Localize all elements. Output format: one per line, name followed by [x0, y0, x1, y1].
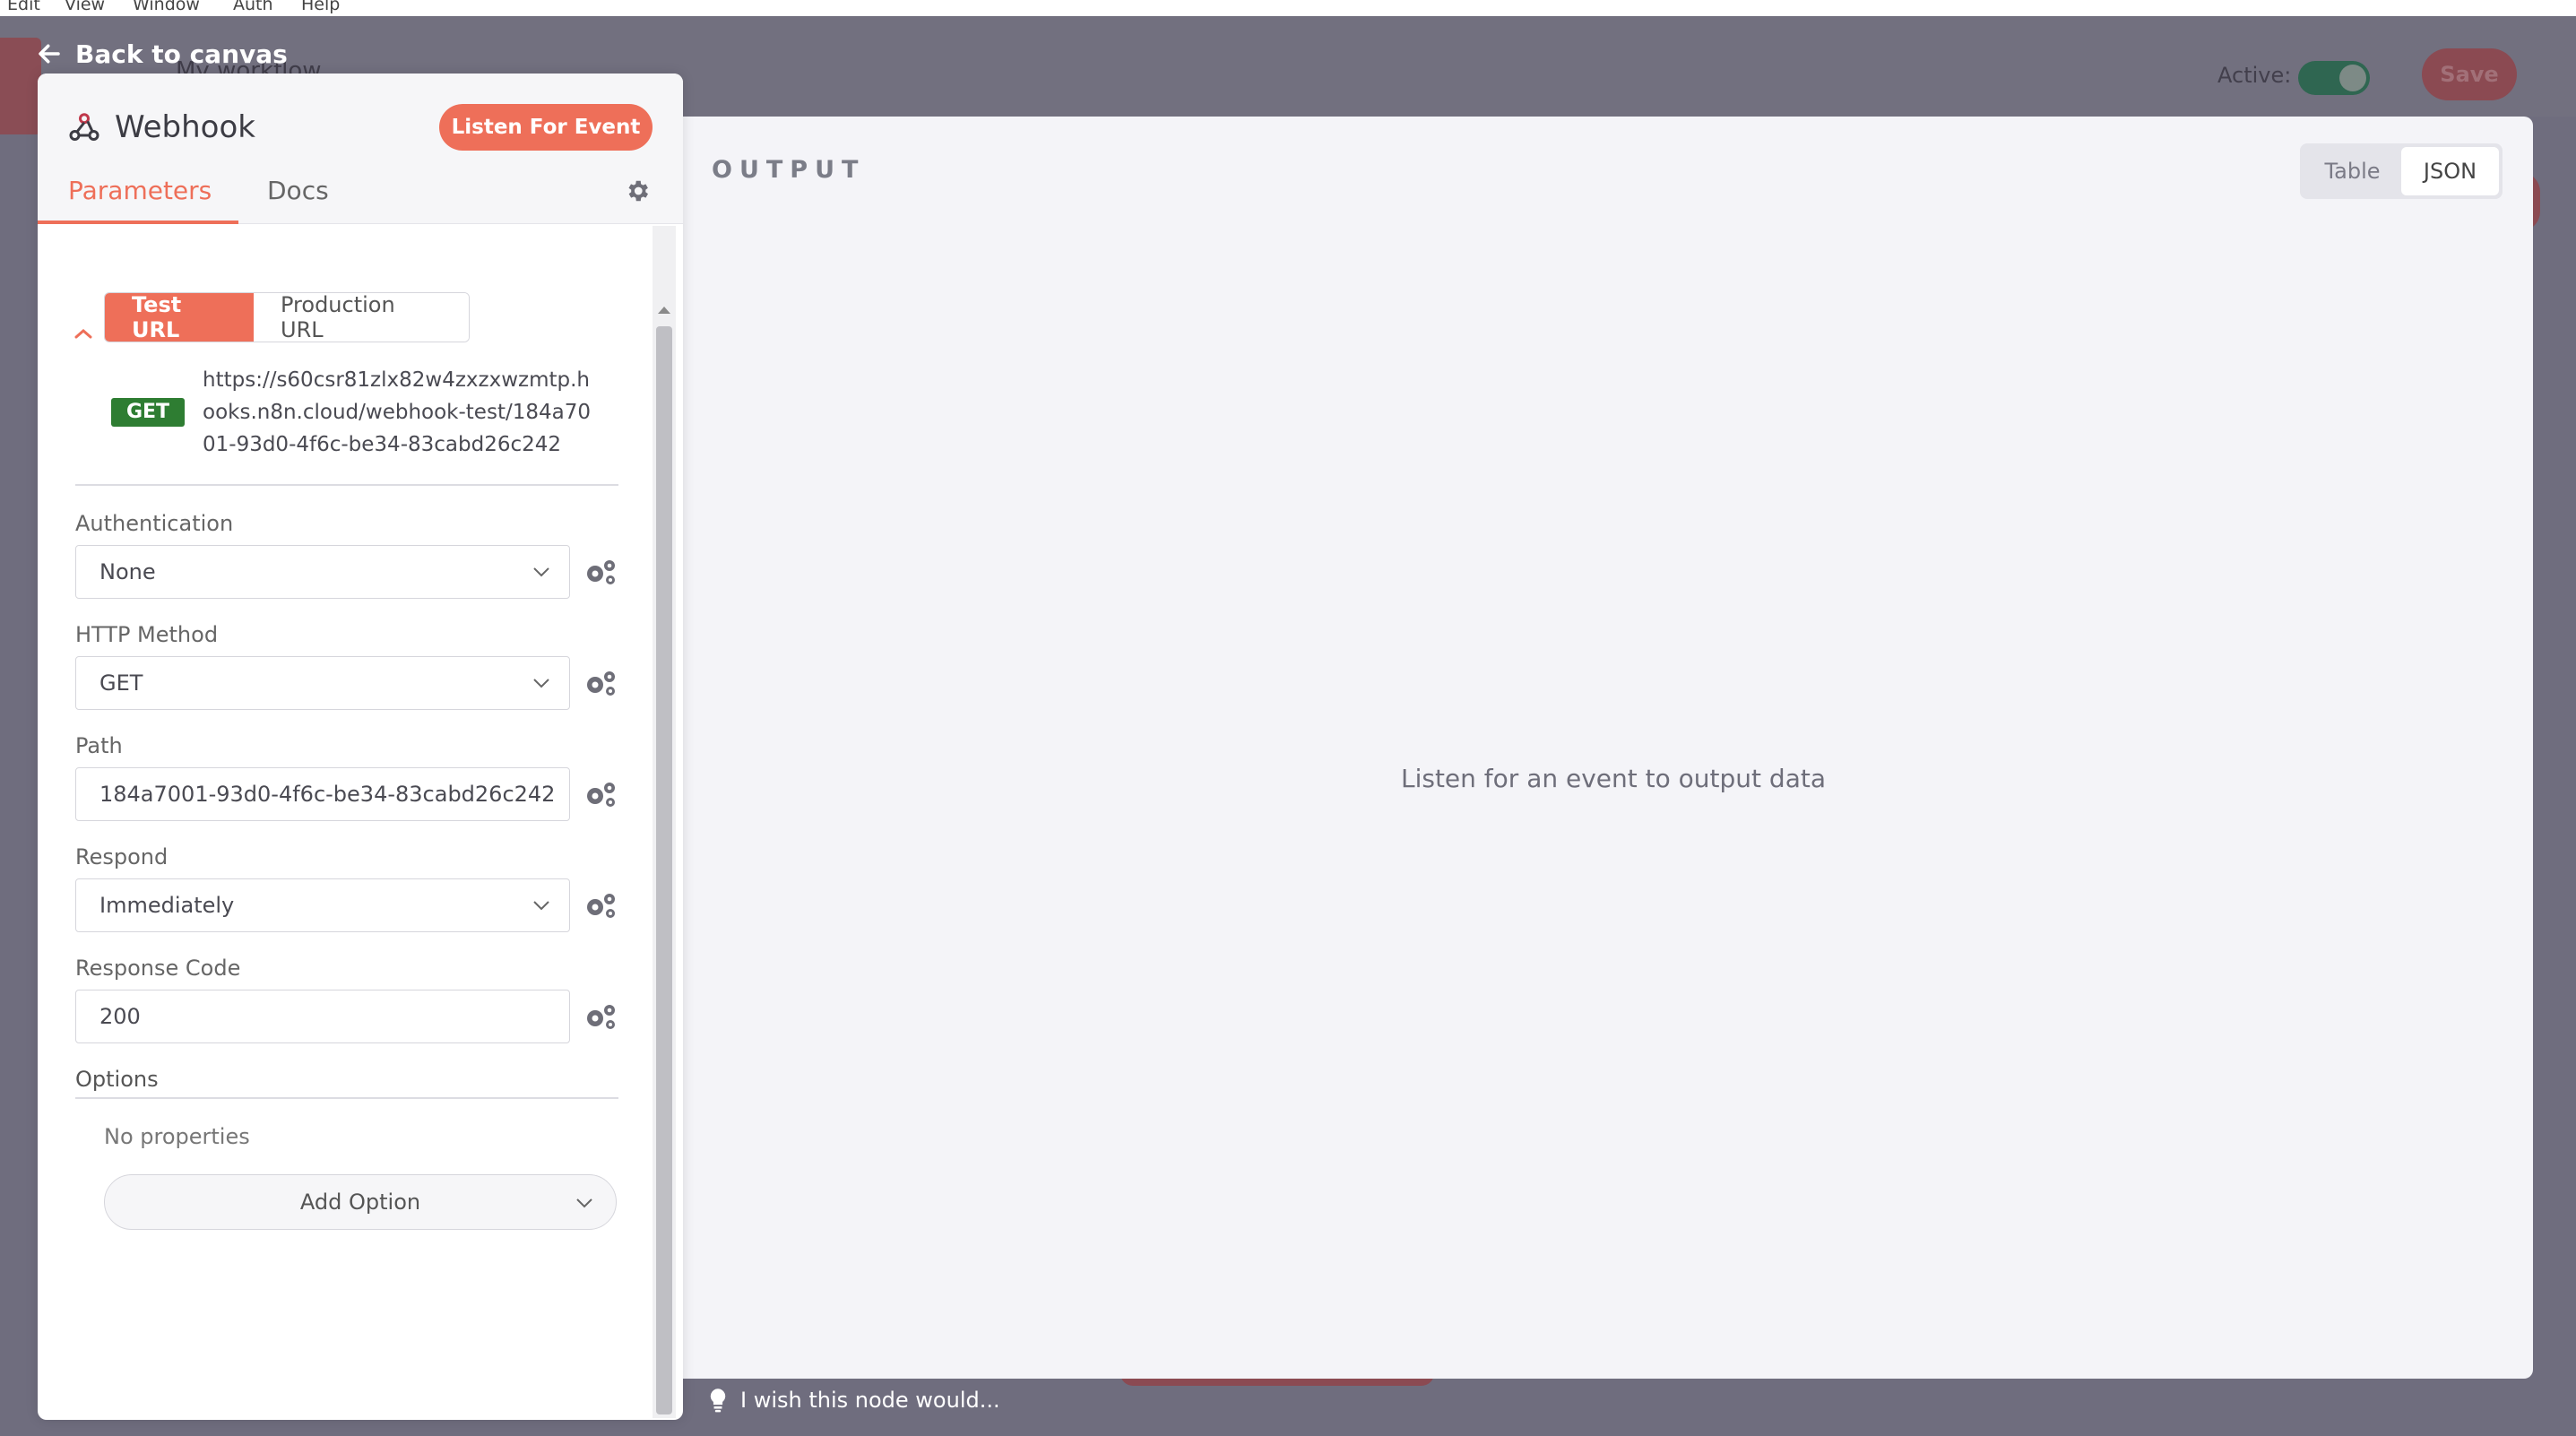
authentication-select[interactable]: None [75, 545, 570, 599]
scroll-thumb[interactable] [656, 326, 672, 1414]
add-option-button[interactable]: Add Option [104, 1174, 617, 1230]
parameter-options-icon[interactable] [583, 669, 617, 697]
tab-parameters[interactable]: Parameters [38, 176, 238, 224]
listen-for-event-button[interactable]: Listen For Event [439, 104, 653, 151]
save-button[interactable]: Save [2422, 48, 2517, 100]
response-code-input[interactable] [75, 990, 570, 1043]
method-badge: GET [111, 398, 185, 427]
chevron-down-icon [533, 901, 549, 911]
path-label: Path [75, 733, 123, 758]
options-label: Options [75, 1067, 159, 1092]
menu-edit[interactable]: Edit [7, 0, 40, 14]
active-toggle[interactable] [2298, 61, 2370, 95]
output-title: OUTPUT [712, 156, 866, 184]
back-to-canvas-label: Back to canvas [75, 39, 288, 69]
authentication-value: None [99, 559, 156, 584]
path-input[interactable] [75, 767, 570, 821]
chevron-down-icon [533, 679, 549, 688]
node-header: Webhook Listen For Event Parameters Docs [38, 74, 683, 224]
webhook-url[interactable]: https://s60csr81zlx82w4zxzxwzmtp.hooks.n… [203, 364, 597, 461]
response-code-label: Response Code [75, 956, 241, 981]
menu-help[interactable]: Help [301, 0, 340, 14]
add-option-label: Add Option [299, 1189, 421, 1215]
active-label: Active: [2217, 63, 2292, 88]
menu-auth[interactable]: Auth [233, 0, 273, 14]
parameter-options-icon[interactable] [583, 1002, 617, 1031]
section-divider [75, 484, 618, 486]
feedback-label: I wish this node would... [740, 1388, 1000, 1413]
parameter-options-icon[interactable] [583, 780, 617, 809]
webhook-url-tabs: Test URL Production URL [104, 292, 470, 342]
http-method-value: GET [99, 670, 143, 696]
test-url-tab[interactable]: Test URL [105, 293, 254, 342]
webhook-icon [69, 113, 99, 141]
node-title: Webhook [115, 109, 255, 145]
back-to-canvas-link[interactable]: Back to canvas [36, 34, 288, 74]
respond-select[interactable]: Immediately [75, 878, 570, 932]
authentication-label: Authentication [75, 511, 234, 536]
chevron-up-icon [74, 329, 92, 339]
output-view-toggle: Table JSON [2300, 143, 2503, 199]
view-table-option[interactable]: Table [2304, 147, 2401, 195]
menu-view[interactable]: View [65, 0, 105, 14]
no-properties-text: No properties [104, 1124, 250, 1149]
view-json-option[interactable]: JSON [2401, 147, 2499, 195]
respond-label: Respond [75, 844, 169, 869]
http-method-label: HTTP Method [75, 622, 219, 647]
node-title-wrap: Webhook [68, 109, 255, 145]
output-panel [681, 117, 2533, 1379]
scroll-up-arrow[interactable] [658, 307, 670, 314]
feedback-link[interactable]: I wish this node would... [708, 1388, 1000, 1413]
node-settings-panel: Webhook Listen For Event Parameters Docs… [38, 74, 683, 1420]
respond-value: Immediately [99, 893, 235, 918]
chevron-down-icon [533, 567, 549, 577]
menu-bar: Edit View Window Auth Help [0, 0, 2576, 16]
chevron-down-icon [576, 1198, 592, 1208]
lightbulb-icon [710, 1388, 726, 1413]
arrow-left-icon [39, 44, 60, 64]
tab-docs[interactable]: Docs [267, 176, 329, 224]
production-url-tab[interactable]: Production URL [254, 293, 469, 342]
menu-window[interactable]: Window [133, 0, 200, 14]
output-empty-message: Listen for an event to output data [1400, 764, 1826, 793]
parameter-options-icon[interactable] [583, 891, 617, 920]
options-divider [75, 1097, 618, 1099]
http-method-select[interactable]: GET [75, 656, 570, 710]
parameter-options-icon[interactable] [583, 558, 617, 586]
gear-icon[interactable] [624, 177, 651, 204]
